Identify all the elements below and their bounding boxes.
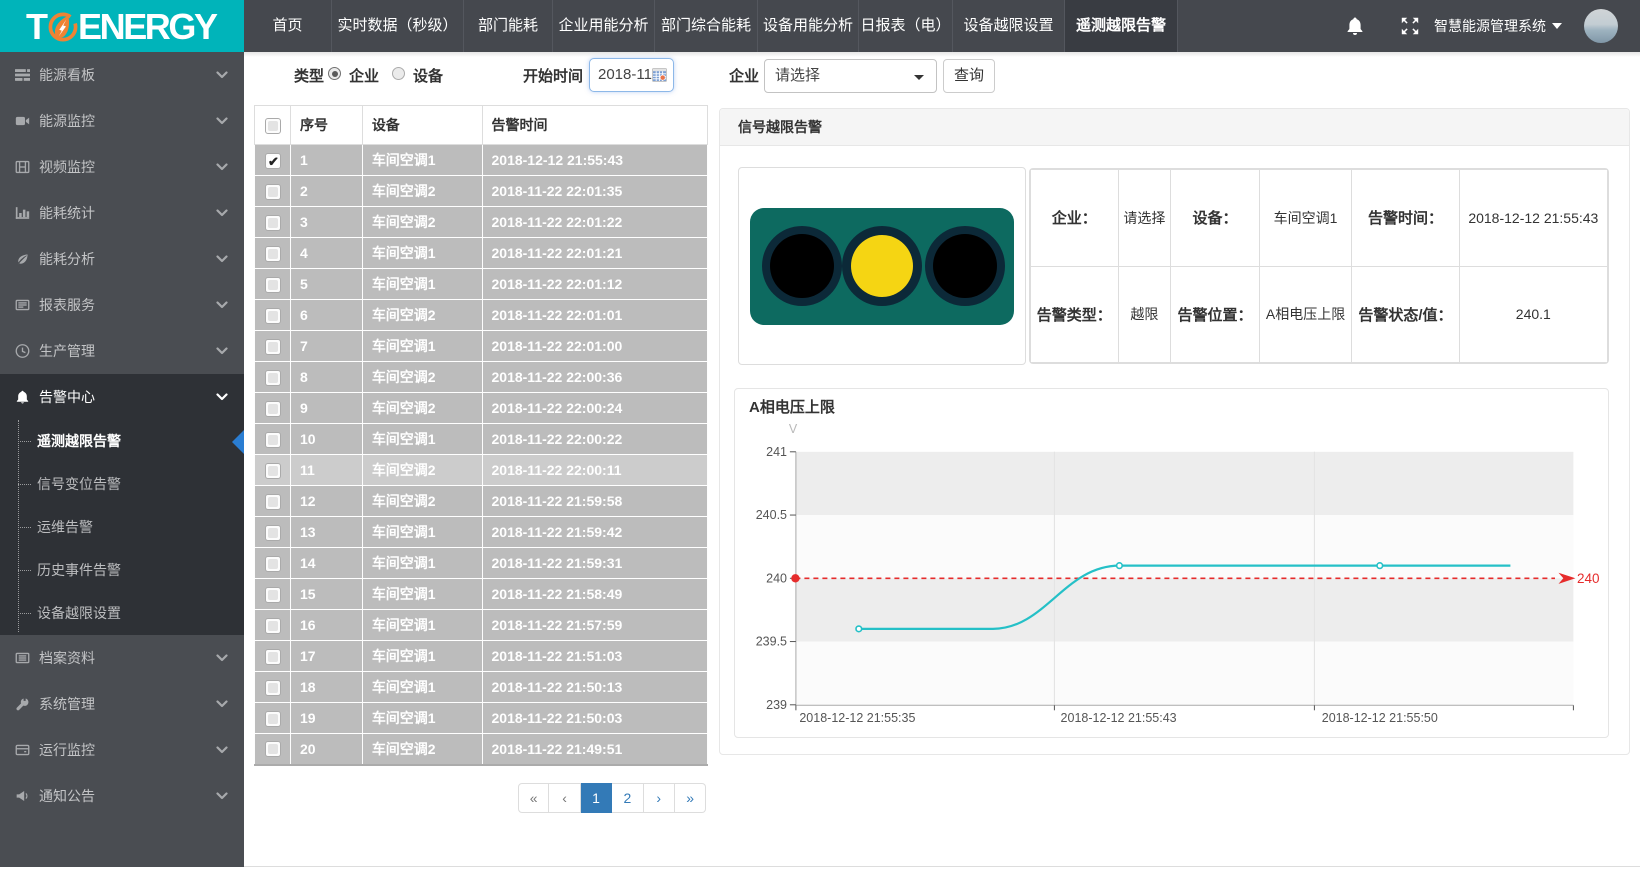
svg-text:240: 240: [766, 571, 787, 585]
svg-text:240: 240: [1577, 571, 1600, 586]
svg-text:2018-12-12 21:55:50: 2018-12-12 21:55:50: [1322, 711, 1438, 725]
svg-text:T: T: [26, 6, 48, 47]
svg-text:240.5: 240.5: [756, 508, 787, 522]
svg-text:241: 241: [766, 445, 787, 459]
svg-text:239.5: 239.5: [756, 634, 787, 648]
svg-text:ENERGY: ENERGY: [78, 6, 218, 47]
svg-text:V: V: [789, 422, 798, 436]
svg-text:2018-12-12 21:55:43: 2018-12-12 21:55:43: [1061, 711, 1177, 725]
svg-text:2018-12-12 21:55:35: 2018-12-12 21:55:35: [799, 711, 915, 725]
svg-text:239: 239: [766, 698, 787, 712]
